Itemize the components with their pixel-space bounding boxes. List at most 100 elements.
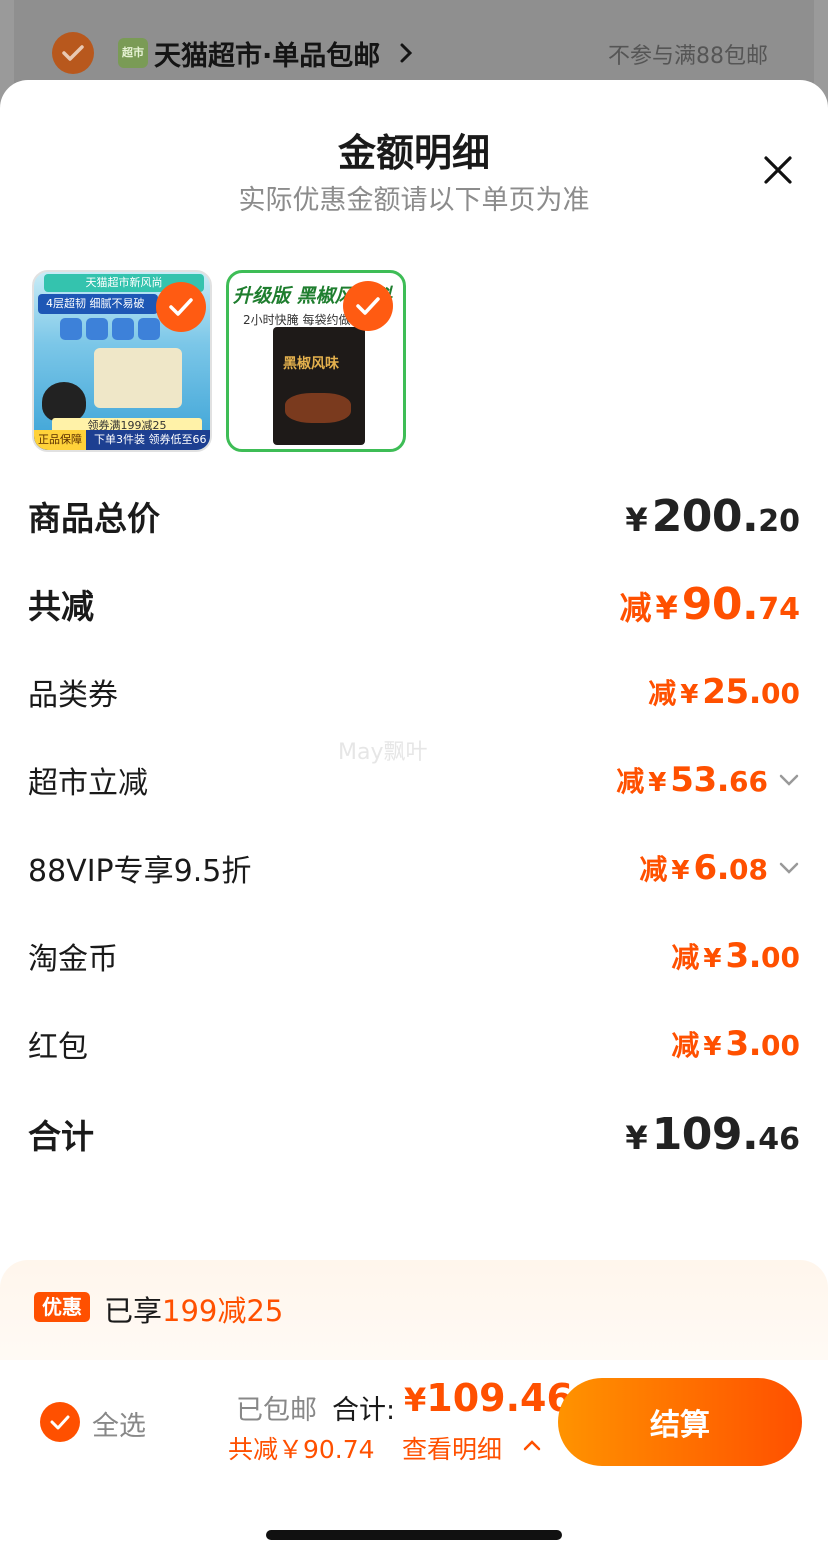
steak-image: [285, 393, 351, 423]
product-selected-check-icon[interactable]: [156, 282, 206, 332]
currency-symbol: ¥: [703, 944, 722, 974]
amount-integer: 53.: [670, 760, 730, 800]
amount-decimal: 08: [729, 853, 768, 886]
amount-decimal: 20: [758, 503, 800, 539]
row-grand-total: 合计 ¥ 109. 46: [28, 1104, 800, 1164]
select-all-check-icon[interactable]: [40, 1402, 80, 1442]
amount-integer: 25.: [702, 672, 762, 712]
tissue-pack-image: [138, 318, 160, 340]
tissue-pack-image: [60, 318, 82, 340]
row-label: 品类券: [28, 678, 118, 713]
row-label: 超市立减: [28, 766, 148, 801]
row-label: 合计: [28, 1117, 94, 1156]
discount-prefix: 减: [639, 853, 668, 886]
checkout-bar: 全选 已包邮 合计: ¥109.46 共减￥90.74 查看明细 结算: [0, 1360, 828, 1556]
product-thumbnail-seasoning[interactable]: 升级版 黑椒风味料 2小时快腌 每袋约做 黑椒风味: [226, 270, 406, 452]
chevron-up-icon[interactable]: [522, 1438, 542, 1452]
shipping-note: 不参与满88包邮: [608, 44, 768, 69]
currency-symbol: ¥: [680, 680, 699, 710]
tmall-cat-logo: [42, 382, 86, 422]
row-label: 商品总价: [28, 499, 160, 538]
taojinbi-amount: 减 ¥ 3. 00: [671, 936, 800, 976]
promo-tag: 优惠: [34, 1292, 90, 1322]
amount-decimal: 66: [729, 765, 768, 798]
seasoning-bag-image: 黑椒风味: [273, 327, 365, 445]
grand-total-amount: ¥ 109. 46: [625, 1109, 800, 1160]
row-supermarket-discount[interactable]: 超市立减 减 ¥ 53. 66: [28, 750, 800, 810]
tmall-supermarket-icon: 超市: [118, 38, 148, 68]
close-icon[interactable]: [758, 150, 798, 190]
amount-integer: 109.: [651, 1108, 759, 1160]
promo-text-highlight: 199减25: [162, 1294, 284, 1328]
row-value: 减 ¥ 53. 66: [616, 760, 800, 800]
currency-symbol: ¥: [625, 500, 648, 539]
amount-decimal: 00: [761, 1029, 800, 1062]
row-taojinbi: 淘金币 减 ¥ 3. 00: [28, 926, 800, 986]
amount-decimal: 46: [758, 1121, 800, 1157]
home-indicator[interactable]: [266, 1530, 562, 1540]
amount-integer: 3.: [725, 1024, 762, 1064]
chevron-down-icon[interactable]: [778, 860, 800, 876]
amount-detail-sheet: 金额明细 实际优惠金额请以下单页为准 天猫超市新风尚 4层超韧 细腻不易破 领券…: [0, 80, 828, 1556]
amount-decimal: 00: [761, 677, 800, 710]
promo-text-prefix: 已享: [104, 1294, 163, 1328]
product-selected-check-icon[interactable]: [343, 281, 393, 331]
authentic-tag: 正品保障: [34, 430, 86, 450]
currency-symbol: ¥: [703, 1032, 722, 1062]
subtotal-amount: ¥ 200. 20: [625, 491, 800, 542]
shipping-status: 已包邮: [236, 1395, 317, 1426]
checkout-button[interactable]: 结算: [558, 1378, 802, 1466]
saved-amount: 共减￥90.74: [228, 1435, 375, 1464]
promo-bar: 优惠 已享199减25: [0, 1260, 828, 1360]
currency-symbol: ¥: [404, 1381, 427, 1419]
store-name[interactable]: 天猫超市·单品包邮: [154, 34, 380, 73]
promo-text: 已享199减25: [104, 1288, 283, 1330]
row-value: 减 ¥ 6. 08: [639, 848, 800, 888]
category-coupon-amount: 减 ¥ 25. 00: [648, 672, 800, 712]
product-thumbnail-tissue[interactable]: 天猫超市新风尚 4层超韧 细腻不易破 领券满199减25 下单3件装 领券低至6…: [32, 270, 212, 452]
row-label: 红包: [28, 1030, 88, 1065]
chevron-right-icon: [400, 43, 413, 63]
view-detail-link[interactable]: 查看明细: [402, 1430, 502, 1466]
currency-symbol: ¥: [648, 768, 667, 798]
amount-integer: 90.: [681, 578, 759, 630]
row-red-packet: 红包 减 ¥ 3. 00: [28, 1014, 800, 1074]
total-amount: ¥109.46: [404, 1376, 573, 1420]
discount-prefix: 减: [671, 941, 700, 974]
row-total-discount: 共减 减 ¥ 90. 74: [28, 574, 800, 634]
chevron-down-icon[interactable]: [778, 772, 800, 788]
amount-integer: 3.: [725, 936, 762, 976]
tissue-box-image: [94, 348, 182, 408]
tissue-pack-image: [86, 318, 108, 340]
row-subtotal: 商品总价 ¥ 200. 20: [28, 486, 800, 546]
discount-prefix: 减: [648, 677, 677, 710]
sheet-title: 金额明细: [337, 131, 490, 175]
amount-integer: 200.: [651, 490, 759, 542]
discount-prefix: 减: [671, 1029, 700, 1062]
total-discount-amount: 减 ¥ 90. 74: [620, 579, 800, 630]
total-value: 109.46: [426, 1376, 573, 1420]
supermarket-discount-amount: 减 ¥ 53. 66: [616, 760, 768, 800]
product-feature: 4层超韧 细腻不易破: [38, 294, 158, 314]
store-select-check-icon[interactable]: [52, 32, 94, 74]
discount-prefix: 减: [619, 588, 652, 627]
row-category-coupon: 品类券 减 ¥ 25. 00: [28, 662, 800, 722]
row-label: 88VIP专享9.5折: [28, 854, 252, 889]
row-label: 共减: [28, 587, 94, 626]
amount-decimal: 74: [758, 591, 800, 627]
row-88vip-discount[interactable]: 88VIP专享9.5折 减 ¥ 6. 08: [28, 838, 800, 898]
select-all-label[interactable]: 全选: [92, 1404, 146, 1443]
total-label: 合计:: [332, 1395, 396, 1426]
currency-symbol: ¥: [671, 856, 690, 886]
currency-symbol: ¥: [625, 1118, 648, 1157]
currency-symbol: ¥: [655, 588, 678, 627]
amount-decimal: 00: [761, 941, 800, 974]
vip-discount-amount: 减 ¥ 6. 08: [639, 848, 768, 888]
discount-prefix: 减: [616, 765, 645, 798]
tissue-pack-image: [112, 318, 134, 340]
row-label: 淘金币: [28, 942, 118, 977]
bag-label: 黑椒风味: [283, 356, 339, 372]
amount-integer: 6.: [693, 848, 730, 888]
red-packet-amount: 减 ¥ 3. 00: [671, 1024, 800, 1064]
sheet-subtitle: 实际优惠金额请以下单页为准: [238, 185, 590, 216]
